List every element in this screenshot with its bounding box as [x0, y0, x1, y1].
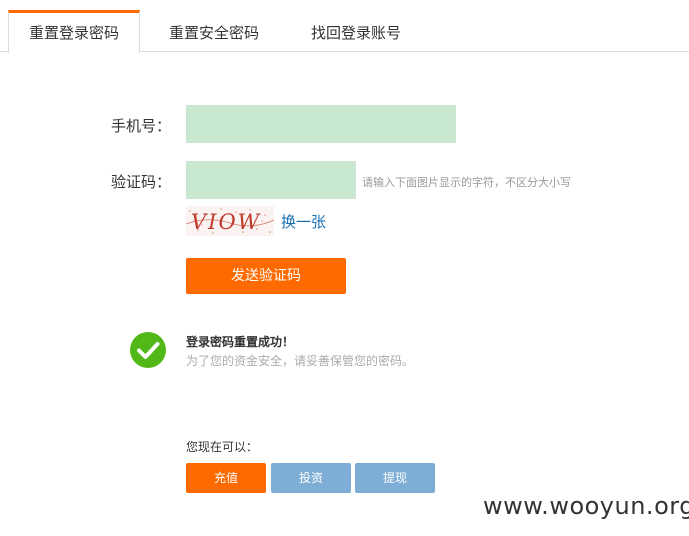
tab-recover-account[interactable]: 找回登录账号	[290, 10, 422, 52]
recharge-button[interactable]: 充值	[186, 463, 266, 493]
code-label: 验证码：	[111, 173, 172, 191]
success-title: 登录密码重置成功！	[186, 335, 295, 349]
refresh-captcha-link[interactable]: 换一张	[281, 211, 326, 232]
withdraw-button[interactable]: 提现	[355, 463, 435, 493]
captcha-image[interactable]: VIOW	[186, 206, 274, 236]
code-hint: 请输入下面图片显示的字符，不区分大小写	[362, 176, 571, 189]
send-code-button[interactable]: 发送验证码	[186, 258, 346, 294]
phone-label: 手机号：	[111, 117, 172, 135]
tab-reset-login-password[interactable]: 重置登录密码	[8, 10, 140, 53]
phone-input[interactable]	[186, 105, 456, 143]
captcha-text: VIOW	[191, 210, 262, 234]
next-actions-label: 您现在可以：	[186, 440, 259, 454]
watermark: www.wooyun.org	[483, 492, 689, 520]
check-circle-icon	[130, 332, 166, 368]
code-input[interactable]	[186, 161, 356, 199]
tab-bar: 重置登录密码 重置安全密码 找回登录账号	[0, 0, 689, 53]
tab-reset-security-password[interactable]: 重置安全密码	[148, 10, 280, 52]
success-subtitle: 为了您的资金安全，请妥善保管您的密码。	[186, 354, 415, 368]
invest-button[interactable]: 投资	[271, 463, 351, 493]
